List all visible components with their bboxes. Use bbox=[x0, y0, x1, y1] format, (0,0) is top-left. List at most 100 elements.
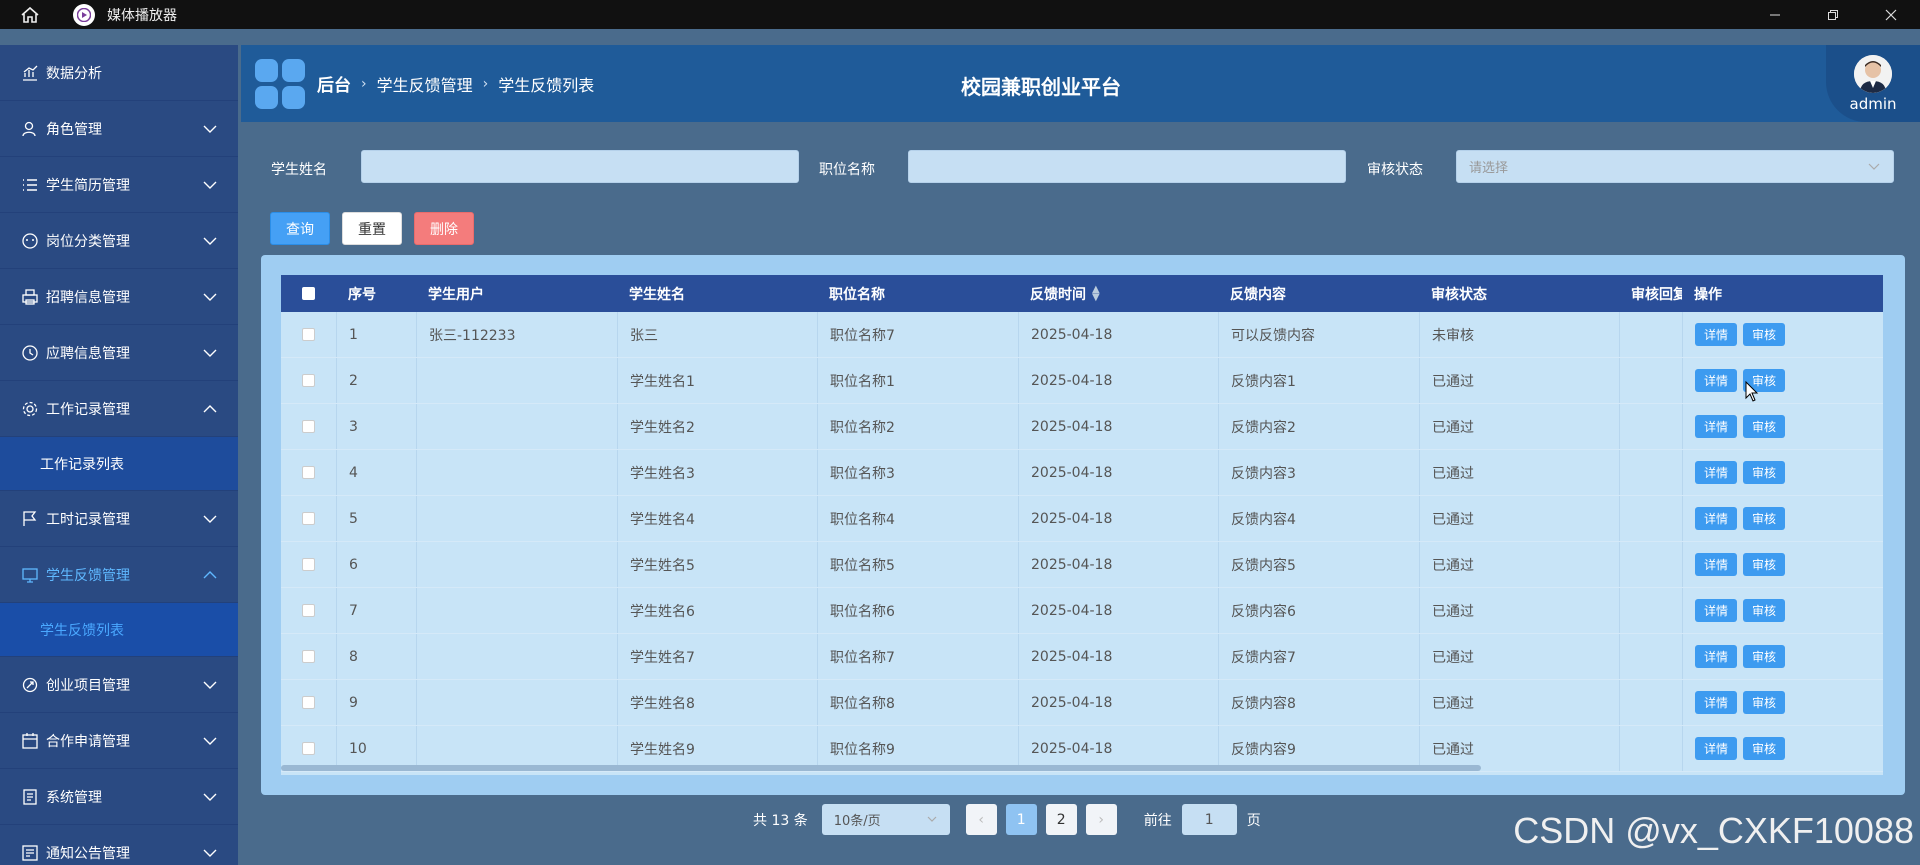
cell-job-name: 职位名称4 bbox=[817, 496, 1018, 541]
cell-student-user bbox=[416, 404, 617, 449]
sidebar: 数据分析 角色管理 学生简历管理 岗位分类管理 招聘信息管理 应聘信息管理 工作… bbox=[0, 45, 238, 865]
detail-button[interactable]: 详情 bbox=[1695, 461, 1738, 484]
flag-icon bbox=[20, 509, 40, 529]
cell-student-name: 学生姓名3 bbox=[617, 450, 817, 495]
detail-button[interactable]: 详情 bbox=[1695, 507, 1738, 530]
sidebar-subitem-work-record-list[interactable]: 工作记录列表 bbox=[0, 437, 238, 491]
next-page-button[interactable]: › bbox=[1085, 804, 1117, 835]
page-button-2[interactable]: 2 bbox=[1045, 804, 1077, 835]
row-checkbox[interactable] bbox=[302, 650, 315, 663]
sidebar-item-category-management[interactable]: 岗位分类管理 bbox=[0, 213, 238, 269]
chevron-down-icon bbox=[203, 293, 217, 301]
row-checkbox-cell bbox=[281, 496, 336, 541]
sidebar-item-startup-project-management[interactable]: 创业项目管理 bbox=[0, 657, 238, 713]
cell-review-reply bbox=[1619, 358, 1682, 403]
sidebar-item-system-management[interactable]: 系统管理 bbox=[0, 769, 238, 825]
cell-review-reply bbox=[1619, 312, 1682, 357]
sidebar-item-cooperation-management[interactable]: 合作申请管理 bbox=[0, 713, 238, 769]
cell-student-name: 学生姓名1 bbox=[617, 358, 817, 403]
row-checkbox[interactable] bbox=[302, 742, 315, 755]
sidebar-item-label: 岗位分类管理 bbox=[46, 233, 130, 250]
cell-review-reply bbox=[1619, 726, 1682, 771]
chevron-down-icon bbox=[203, 737, 217, 745]
minimize-icon[interactable] bbox=[1746, 0, 1804, 29]
sidebar-item-feedback-management[interactable]: 学生反馈管理 bbox=[0, 547, 238, 603]
cell-job-name: 职位名称7 bbox=[817, 634, 1018, 679]
page-size-select[interactable]: 10条/页 bbox=[821, 804, 950, 835]
sidebar-item-hours-management[interactable]: 工时记录管理 bbox=[0, 491, 238, 547]
detail-button[interactable]: 详情 bbox=[1695, 553, 1738, 576]
job-name-input[interactable] bbox=[908, 150, 1346, 183]
row-checkbox[interactable] bbox=[302, 328, 315, 341]
home-icon[interactable] bbox=[0, 0, 60, 29]
review-button[interactable]: 审核 bbox=[1743, 691, 1786, 714]
user-menu[interactable]: admin bbox=[1826, 45, 1920, 122]
cell-feedback-time: 2025-04-18 bbox=[1018, 358, 1218, 403]
chevron-down-icon bbox=[927, 816, 937, 822]
review-button[interactable]: 审核 bbox=[1743, 599, 1786, 622]
cell-actions: 详情 审核 bbox=[1682, 680, 1883, 725]
rocket-icon bbox=[20, 675, 40, 695]
cell-index: 7 bbox=[336, 588, 416, 633]
restore-icon[interactable] bbox=[1804, 0, 1862, 29]
detail-button[interactable]: 详情 bbox=[1695, 645, 1738, 668]
review-button[interactable]: 审核 bbox=[1743, 737, 1786, 760]
table-header: 序号 学生用户 学生姓名 职位名称 反馈时间 ▲ ▼ 反馈内容 审核状态 审核回复… bbox=[281, 275, 1883, 312]
prev-page-button[interactable]: ‹ bbox=[965, 804, 997, 835]
detail-button[interactable]: 详情 bbox=[1695, 737, 1738, 760]
sidebar-item-application-management[interactable]: 应聘信息管理 bbox=[0, 325, 238, 381]
breadcrumb-home[interactable]: 后台 bbox=[317, 71, 351, 96]
detail-button[interactable]: 详情 bbox=[1695, 691, 1738, 714]
page-unit-label: 页 bbox=[1246, 812, 1261, 829]
query-button[interactable]: 查询 bbox=[270, 212, 330, 245]
review-button[interactable]: 审核 bbox=[1743, 415, 1786, 438]
sidebar-item-data-analysis[interactable]: 数据分析 bbox=[0, 45, 238, 101]
cell-actions: 详情 审核 bbox=[1682, 496, 1883, 541]
breadcrumb-feedback-management[interactable]: 学生反馈管理 bbox=[377, 72, 473, 96]
horizontal-scrollbar[interactable] bbox=[281, 765, 1481, 771]
sidebar-subitem-feedback-list[interactable]: 学生反馈列表 bbox=[0, 603, 238, 657]
delete-button[interactable]: 删除 bbox=[414, 212, 474, 245]
chevron-down-icon bbox=[203, 681, 217, 689]
sidebar-item-notice-management[interactable]: 通知公告管理 bbox=[0, 825, 238, 865]
clock-icon bbox=[20, 343, 40, 363]
sort-icon[interactable]: ▲ ▼ bbox=[1092, 284, 1100, 302]
student-name-label: 学生姓名 bbox=[271, 162, 327, 178]
goto-page-input[interactable]: 1 bbox=[1181, 804, 1237, 835]
review-button[interactable]: 审核 bbox=[1743, 645, 1786, 668]
page-button-1[interactable]: 1 bbox=[1005, 804, 1037, 835]
avatar[interactable] bbox=[1854, 54, 1892, 93]
status-select[interactable]: 请选择 bbox=[1456, 150, 1894, 183]
sidebar-item-work-record-management[interactable]: 工作记录管理 bbox=[0, 381, 238, 437]
column-header-actions: 操作 bbox=[1682, 275, 1883, 312]
row-checkbox[interactable] bbox=[302, 466, 315, 479]
student-name-input[interactable] bbox=[361, 150, 799, 183]
select-all-checkbox[interactable] bbox=[302, 287, 315, 300]
row-checkbox-cell bbox=[281, 450, 336, 495]
row-checkbox[interactable] bbox=[302, 558, 315, 571]
row-checkbox[interactable] bbox=[302, 374, 315, 387]
close-icon[interactable] bbox=[1862, 0, 1920, 29]
sidebar-subitem-label: 工作记录列表 bbox=[40, 456, 124, 473]
sidebar-item-resume-management[interactable]: 学生简历管理 bbox=[0, 157, 238, 213]
row-checkbox[interactable] bbox=[302, 420, 315, 433]
reset-button[interactable]: 重置 bbox=[342, 212, 402, 245]
detail-button[interactable]: 详情 bbox=[1695, 415, 1738, 438]
review-button[interactable]: 审核 bbox=[1743, 323, 1786, 346]
detail-button[interactable]: 详情 bbox=[1695, 599, 1738, 622]
status-label: 审核状态 bbox=[1367, 162, 1423, 178]
row-checkbox[interactable] bbox=[302, 604, 315, 617]
row-checkbox[interactable] bbox=[302, 512, 315, 525]
sidebar-item-role-management[interactable]: 角色管理 bbox=[0, 101, 238, 157]
detail-button[interactable]: 详情 bbox=[1695, 369, 1738, 392]
cell-student-name: 学生姓名8 bbox=[617, 680, 817, 725]
row-checkbox[interactable] bbox=[302, 696, 315, 709]
sidebar-item-label: 工时记录管理 bbox=[46, 511, 130, 528]
review-button[interactable]: 审核 bbox=[1743, 507, 1786, 530]
column-header-feedback-time[interactable]: 反馈时间 ▲ ▼ bbox=[1018, 275, 1100, 312]
sidebar-item-recruit-management[interactable]: 招聘信息管理 bbox=[0, 269, 238, 325]
detail-button[interactable]: 详情 bbox=[1695, 323, 1738, 346]
cell-review-status: 已通过 bbox=[1419, 542, 1619, 587]
review-button[interactable]: 审核 bbox=[1743, 553, 1786, 576]
review-button[interactable]: 审核 bbox=[1743, 461, 1786, 484]
